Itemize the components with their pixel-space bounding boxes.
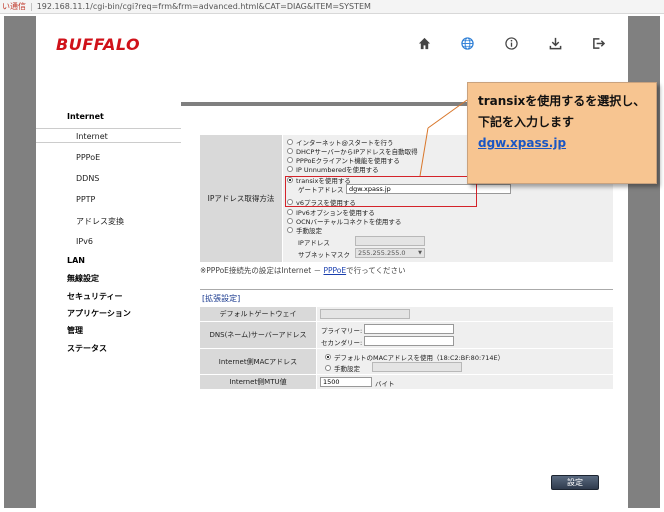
nav-section-wireless[interactable]: 無線設定 <box>67 273 99 284</box>
mac-default-option[interactable]: デフォルトのMACアドレスを使用（18:C2:BF:80:714E） <box>325 352 504 362</box>
nav-section-status[interactable]: ステータス <box>67 343 107 354</box>
mac-address-label: Internet側MACアドレス <box>200 349 316 374</box>
default-gateway-input[interactable] <box>320 309 410 319</box>
default-gateway-label: デフォルトゲートウェイ <box>200 307 316 321</box>
subnet-mask-label: サブネットマスク <box>298 251 350 259</box>
ip-address-input[interactable] <box>355 236 425 246</box>
nav-item-ddns[interactable]: DDNS <box>76 174 99 183</box>
security-warning: い通信 <box>2 2 26 11</box>
nav-section-admin[interactable]: 管理 <box>67 325 83 336</box>
download-icon[interactable] <box>546 34 564 52</box>
logout-icon[interactable] <box>589 34 607 52</box>
pppoe-link[interactable]: PPPoE <box>323 266 346 275</box>
pppoe-note: ※PPPoE接続先の設定はInternet － PPPoEで行ってください <box>200 266 406 275</box>
mtu-input[interactable]: 1500 <box>320 377 372 387</box>
nav-section-lan[interactable]: LAN <box>67 256 85 265</box>
radio-icon[interactable] <box>287 157 293 163</box>
nav-section-application[interactable]: アプリケーション <box>67 308 131 319</box>
dns-secondary-input[interactable] <box>364 336 454 346</box>
mtu-unit: バイト <box>375 380 395 388</box>
radio-icon[interactable] <box>287 218 293 224</box>
dns-primary-label: プライマリー: <box>321 327 363 335</box>
nav-item-pppoe[interactable]: PPPoE <box>76 153 100 162</box>
divider <box>200 289 613 290</box>
nav-item-internet[interactable]: Internet <box>76 132 108 141</box>
callout-note: transixを使用するを選択し、 下記を入力します dgw.xpass.jp <box>467 82 657 184</box>
buffalo-logo: BUFFALO <box>56 35 141 54</box>
nav-item-nat[interactable]: アドレス変換 <box>76 216 124 227</box>
radio-icon[interactable] <box>325 365 331 371</box>
radio-icon[interactable] <box>287 227 293 233</box>
highlight-box <box>285 176 477 207</box>
sidebar-nav: Internet Internet PPPoE DDNS PPTP アドレス変換… <box>36 102 181 508</box>
dns-secondary-label: セカンダリー: <box>321 339 363 347</box>
dns-server-label: DNS(ネーム)サーバーアドレス <box>200 322 316 348</box>
ip-address-label: IPアドレス <box>298 239 330 247</box>
callout-line2: 下記を入力します <box>478 115 575 129</box>
callout-link[interactable]: dgw.xpass.jp <box>478 133 656 154</box>
radio-icon[interactable] <box>287 166 293 172</box>
address-bar[interactable]: い通信 | 192.168.11.1/cgi-bin/cgi?req=frm&frm… <box>0 0 664 14</box>
subnet-mask-select[interactable]: 255.255.255.0 ▼ <box>355 248 425 258</box>
extended-settings-title: [拡張設定] <box>202 294 241 303</box>
home-icon[interactable] <box>415 34 433 52</box>
nav-section-security[interactable]: セキュリティー <box>67 291 123 302</box>
radio-icon[interactable] <box>287 139 293 145</box>
left-margin <box>4 16 36 508</box>
option-ip-unnumbered[interactable]: IP Unnumberedを使用する <box>287 164 379 174</box>
nav-item-pptp[interactable]: PPTP <box>76 195 95 204</box>
dropdown-arrow-icon: ▼ <box>418 250 422 256</box>
submit-button[interactable]: 設定 <box>551 475 599 490</box>
radio-icon[interactable] <box>287 148 293 154</box>
url-text[interactable]: 192.168.11.1/cgi-bin/cgi?req=frm&frm=adv… <box>37 2 371 11</box>
active-nav-highlight <box>36 128 181 143</box>
info-icon[interactable] <box>502 34 520 52</box>
ip-method-label: IPアドレス取得方法 <box>200 135 282 262</box>
mtu-label: Internet側MTU値 <box>200 375 316 389</box>
mac-manual-option[interactable]: 手動設定 <box>325 363 360 373</box>
callout-line1: transixを使用するを選択し、 <box>478 94 646 108</box>
nav-section-internet[interactable]: Internet <box>67 112 104 121</box>
radio-selected-icon[interactable] <box>325 354 331 360</box>
option-manual[interactable]: 手動設定 <box>287 225 322 235</box>
mac-manual-input[interactable] <box>372 362 462 372</box>
globe-icon[interactable] <box>458 34 476 52</box>
radio-icon[interactable] <box>287 209 293 215</box>
dns-primary-input[interactable] <box>364 324 454 334</box>
nav-item-ipv6[interactable]: IPv6 <box>76 237 93 246</box>
